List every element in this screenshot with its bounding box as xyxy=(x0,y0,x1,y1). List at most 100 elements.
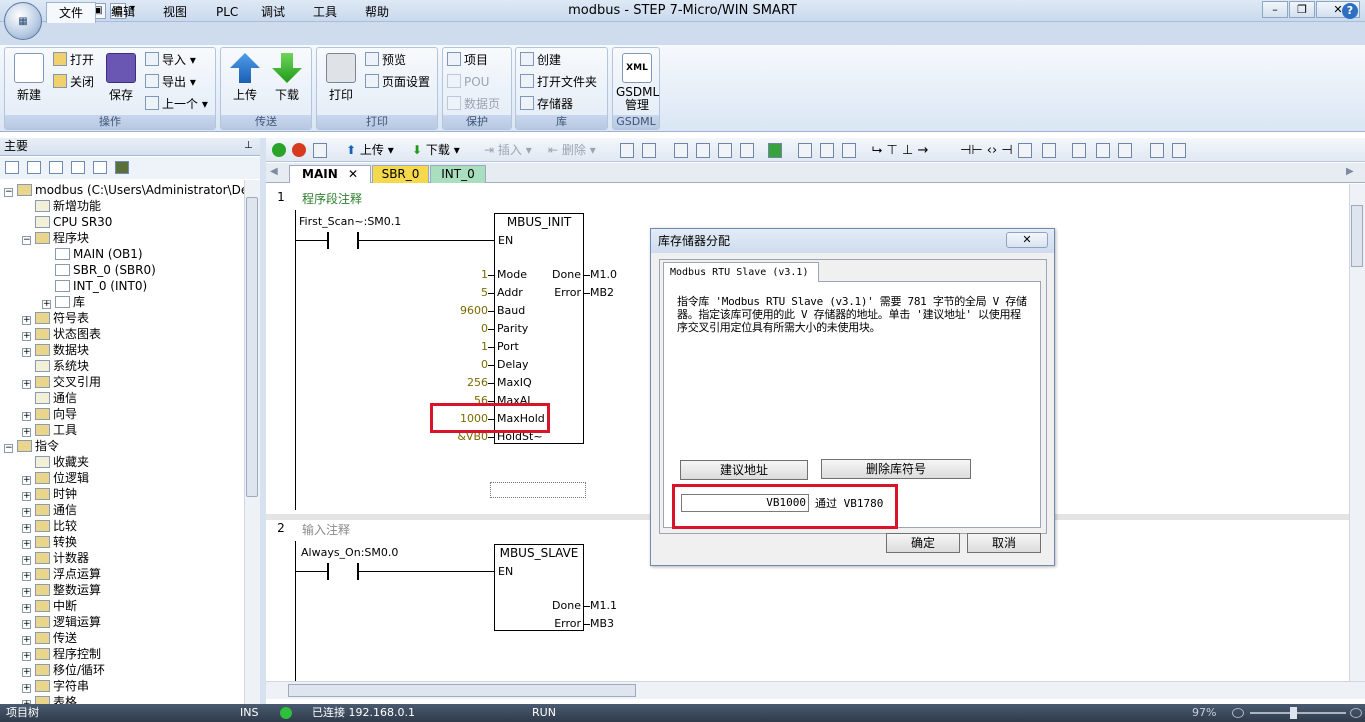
tree-item[interactable]: + 工具 xyxy=(22,422,77,438)
tree-item[interactable]: INT_0 (INT0) xyxy=(42,278,147,294)
dialog-close-button[interactable]: ✕ xyxy=(1006,232,1048,248)
previous-button[interactable]: 上一个 ▾ xyxy=(145,94,208,114)
pou-protect-button[interactable]: POU xyxy=(447,72,489,92)
tree-item[interactable]: + 数据块 xyxy=(22,342,89,358)
input-pin-value[interactable]: 256 xyxy=(418,376,488,390)
expand-icon[interactable]: + xyxy=(22,556,31,565)
tree-item[interactable]: + 符号表 xyxy=(22,310,89,326)
tree-item[interactable]: 通信 xyxy=(22,390,77,406)
minimize-button[interactable]: – xyxy=(1262,1,1288,18)
expand-icon[interactable]: + xyxy=(22,572,31,581)
zoom-in-icon[interactable] xyxy=(1350,708,1362,718)
tool-icon-13[interactable] xyxy=(1150,143,1164,158)
tree-item[interactable]: − 指令 xyxy=(4,438,59,454)
collapse-icon[interactable]: − xyxy=(22,236,31,245)
input-pin-value[interactable]: 5 xyxy=(418,286,488,300)
tool-icon-5[interactable] xyxy=(718,143,732,158)
download-tool-button[interactable]: ⬇ 下载 ▾ xyxy=(412,143,460,158)
lock-icon-2[interactable] xyxy=(820,143,834,158)
tab-plc[interactable]: PLC xyxy=(204,2,250,23)
tab-scroll-right-icon[interactable]: ▶ xyxy=(1346,166,1354,177)
insert-tool-button[interactable]: ⇥ 插入 ▾ xyxy=(484,143,532,158)
tree-item[interactable]: + 状态图表 xyxy=(22,326,101,342)
expand-icon[interactable]: + xyxy=(22,316,31,325)
zoom-thumb[interactable] xyxy=(1290,707,1297,719)
tree-item[interactable]: + 时钟 xyxy=(22,486,77,502)
import-button[interactable]: 导入 ▾ xyxy=(145,50,196,70)
tab-sbr0[interactable]: SBR_0 xyxy=(372,165,429,183)
tab-main[interactable]: MAIN ✕ xyxy=(289,165,371,183)
download-button[interactable]: 下载 xyxy=(267,50,307,112)
expand-icon[interactable]: + xyxy=(22,668,31,677)
expand-icon[interactable]: + xyxy=(22,380,31,389)
open-button[interactable]: 打开 xyxy=(53,50,94,70)
tool-icon-4[interactable] xyxy=(696,143,710,158)
zoom-out-icon[interactable] xyxy=(1232,708,1244,718)
tree-item[interactable]: 新增功能 xyxy=(22,198,101,214)
upload-tool-button[interactable]: ⬆ 上传 ▾ xyxy=(346,143,394,158)
expand-icon[interactable]: + xyxy=(22,348,31,357)
tool-icon-3[interactable] xyxy=(674,143,688,158)
gsdml-manage-button[interactable]: XML GSDML管理 xyxy=(616,50,659,112)
expand-icon[interactable]: + xyxy=(42,300,51,309)
page-setup-button[interactable]: 页面设置 xyxy=(365,72,430,92)
datapage-protect-button[interactable]: 数据页 xyxy=(447,94,500,114)
tree-item[interactable]: + 字符串 xyxy=(22,678,89,694)
view-icon-2[interactable] xyxy=(27,161,41,174)
suggest-address-button[interactable]: 建议地址 xyxy=(680,460,808,480)
view-icon-1[interactable] xyxy=(5,161,19,174)
tool-icon-10[interactable] xyxy=(1072,143,1086,158)
collapse-icon[interactable]: − xyxy=(4,188,13,197)
export-button[interactable]: 导出 ▾ xyxy=(145,72,196,92)
lock-icon-1[interactable] xyxy=(798,143,812,158)
expand-icon[interactable]: + xyxy=(22,588,31,597)
tree-item[interactable]: + 中断 xyxy=(22,598,77,614)
stop-icon[interactable] xyxy=(292,143,306,157)
tab-view[interactable]: 视图 xyxy=(151,2,199,23)
ladder-element-icons[interactable]: ⊣⊢ ‹› ⊣ xyxy=(960,143,1013,158)
tree-item[interactable]: + 移位/循环 xyxy=(22,662,105,678)
tree-item[interactable]: + 位逻辑 xyxy=(22,470,89,486)
tool-icon-2[interactable] xyxy=(642,143,656,158)
tree-item[interactable]: − modbus (C:\Users\Administrator\Desktop) xyxy=(4,182,244,198)
tree-item[interactable]: + 整数运算 xyxy=(22,582,101,598)
tree-scroll-thumb[interactable] xyxy=(246,197,258,497)
input-pin-value[interactable]: 1 xyxy=(418,268,488,282)
close-button[interactable]: 关闭 xyxy=(53,72,94,92)
tree-item[interactable]: + 逻辑运算 xyxy=(22,614,101,630)
expand-icon[interactable]: + xyxy=(22,604,31,613)
tree-item[interactable]: + 向导 xyxy=(22,406,77,422)
tab-edit[interactable]: 编辑 xyxy=(99,2,147,23)
tree-item[interactable]: + 转换 xyxy=(22,534,77,550)
expand-icon[interactable]: + xyxy=(22,412,31,421)
preview-button[interactable]: 预览 xyxy=(365,50,406,70)
tab-scroll-left-icon[interactable]: ◀ xyxy=(270,166,278,177)
tree-item[interactable]: + 库 xyxy=(42,294,85,310)
input-pin-value[interactable]: 0 xyxy=(418,322,488,336)
tab-file[interactable]: 文件 xyxy=(46,2,97,23)
open-folder-button[interactable]: 打开文件夹 xyxy=(520,72,597,92)
new-button[interactable]: 新建 xyxy=(9,50,49,112)
zoom-slider[interactable] xyxy=(1250,712,1346,714)
ladder-branch-icons[interactable]: ⮡ ⊤ ⊥ → xyxy=(872,143,928,158)
input-pin-value[interactable]: 0 xyxy=(418,358,488,372)
tree-item[interactable]: CPU SR30 xyxy=(22,214,112,230)
tool-icon-7[interactable] xyxy=(768,143,782,158)
create-library-button[interactable]: 创建 xyxy=(520,50,561,70)
expand-icon[interactable]: + xyxy=(22,636,31,645)
tree-item[interactable]: + 程序控制 xyxy=(22,646,101,662)
compile-icon[interactable] xyxy=(313,143,327,158)
expand-icon[interactable]: + xyxy=(22,332,31,341)
delete-tool-button[interactable]: ⇤ 删除 ▾ xyxy=(548,143,596,158)
tab-debug[interactable]: 调试 xyxy=(249,2,297,23)
delete-library-symbols-button[interactable]: 删除库符号 xyxy=(821,459,971,479)
tree-item[interactable]: + 计数器 xyxy=(22,550,89,566)
upload-button[interactable]: 上传 xyxy=(225,50,265,112)
expand-icon[interactable]: + xyxy=(22,508,31,517)
expand-icon[interactable]: + xyxy=(22,524,31,533)
input-pin-value[interactable]: 1 xyxy=(418,340,488,354)
tab-help[interactable]: 帮助 xyxy=(353,2,401,23)
save-button[interactable]: 保存 xyxy=(101,50,141,112)
pin-icon[interactable]: ⊥ xyxy=(244,140,253,151)
tab-int0[interactable]: INT_0 xyxy=(430,165,486,183)
